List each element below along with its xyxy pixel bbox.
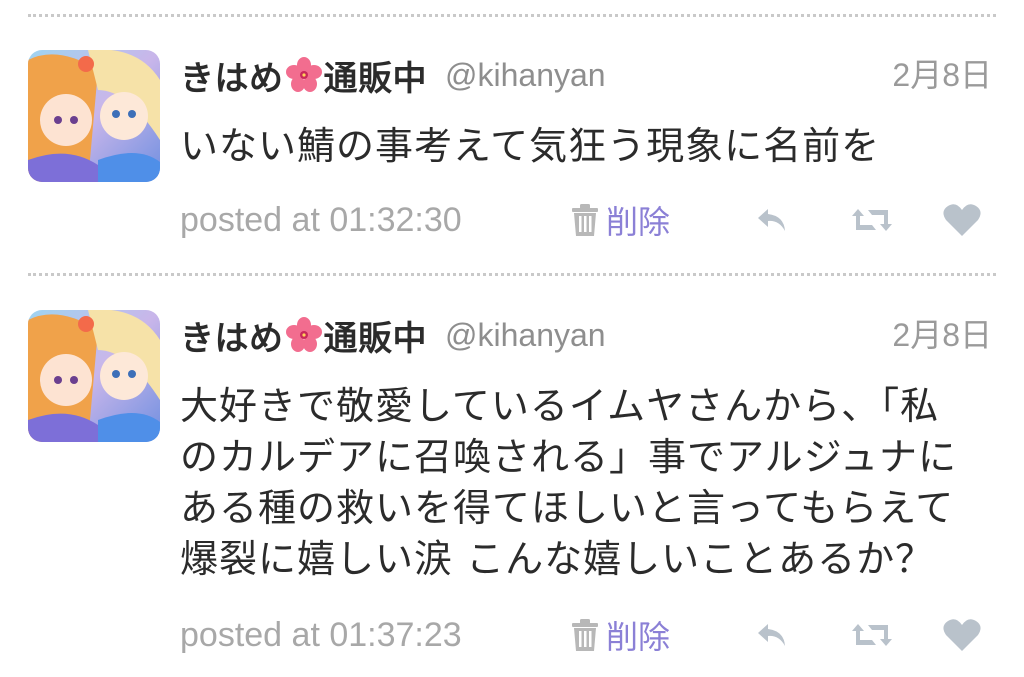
like-button[interactable]: [942, 615, 982, 655]
name-row: きはめ 通販中 @kihanyan: [180, 50, 606, 100]
display-name-part2: 通販中: [323, 58, 427, 99]
handle[interactable]: @kihanyan: [445, 57, 606, 94]
handle[interactable]: @kihanyan: [445, 317, 606, 354]
delete-button[interactable]: 削除: [570, 610, 670, 660]
heart-icon: [943, 204, 981, 236]
tweet-actions: posted at 01:37:23 削除: [180, 610, 996, 660]
retweet-button[interactable]: [852, 200, 892, 240]
reply-button[interactable]: [752, 615, 792, 655]
display-name[interactable]: きはめ 通販中: [180, 51, 427, 100]
tweet-text: いない鯖の事考えて気狂う現象に名前を: [180, 121, 995, 172]
like-button[interactable]: [942, 200, 982, 240]
retweet-icon: [852, 624, 892, 646]
name-row: きはめ 通販中 @kihanyan: [180, 310, 606, 360]
display-name-part1: きはめ: [180, 58, 284, 99]
display-name[interactable]: きはめ 通販中: [180, 311, 427, 360]
avatar[interactable]: [28, 310, 160, 442]
reply-arrow-icon: [758, 209, 785, 231]
retweet-button[interactable]: [852, 615, 892, 655]
divider-middle: [28, 273, 996, 276]
delete-label: 削除: [606, 203, 671, 241]
tweet-date[interactable]: 2月8日: [892, 50, 992, 100]
divider-top: [28, 14, 996, 17]
reply-button[interactable]: [752, 200, 792, 240]
delete-button[interactable]: 削除: [570, 195, 670, 245]
tweet-text-line: 大好きで敬愛しているイムヤさんから、「私: [180, 384, 940, 428]
tweet-actions: posted at 01:32:30 削除: [180, 195, 996, 245]
tweet-date[interactable]: 2月8日: [892, 310, 992, 360]
avatar[interactable]: [28, 50, 160, 182]
heart-icon: [943, 619, 981, 651]
tweet-text-line: いない鯖の事考えて気狂う現象に名前を: [180, 124, 881, 168]
display-name-part2: 通販中: [323, 318, 427, 359]
trash-icon: [572, 619, 598, 651]
hibiscus-flower-icon: [285, 57, 322, 93]
posted-timestamp: posted at 01:37:23: [180, 616, 462, 654]
hibiscus-flower-icon: [285, 317, 322, 353]
posted-timestamp: posted at 01:32:30: [180, 201, 462, 239]
reply-arrow-icon: [758, 624, 785, 646]
tweet-text-line: ある種の救いを得てほしいと言ってもらえて: [180, 486, 955, 530]
tweet-text-line: 爆裂に嬉しい涙 こんな嬉しいことあるか？: [180, 537, 935, 581]
tweet-text-line: のカルデアに召喚される」事でアルジュナに: [180, 435, 957, 479]
tweet-text: 大好きで敬愛しているイムヤさんから、「私 のカルデアに召喚される」事でアルジュナ…: [180, 381, 995, 585]
trash-icon: [572, 204, 598, 236]
delete-label: 削除: [606, 618, 671, 656]
display-name-part1: きはめ: [180, 318, 284, 359]
retweet-icon: [852, 209, 892, 231]
